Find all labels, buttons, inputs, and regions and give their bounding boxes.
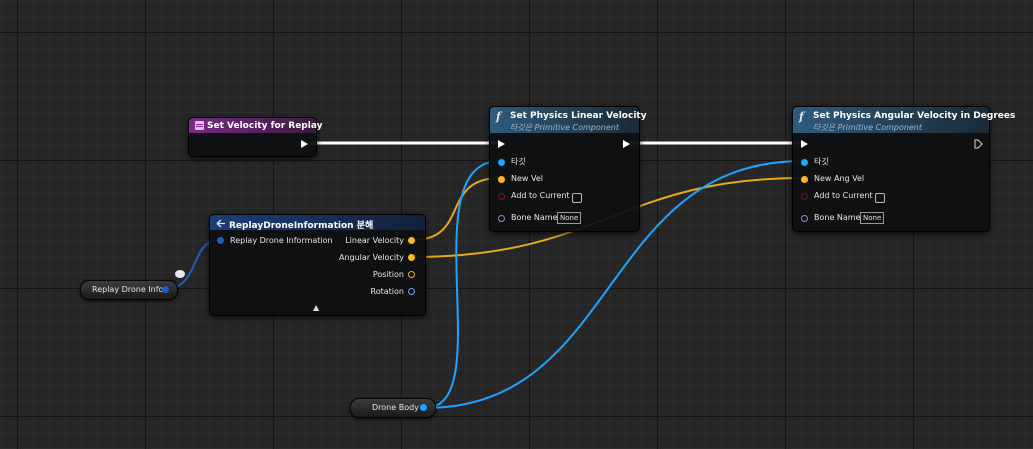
break-struct-node[interactable]: ReplayDroneInformation 분해 Replay Drone I… xyxy=(209,214,426,316)
new-vel-pin[interactable] xyxy=(498,176,505,183)
rotation-pin[interactable] xyxy=(408,288,415,295)
function-icon: f xyxy=(799,110,804,123)
bone-name-pin[interactable] xyxy=(498,215,505,222)
output-label-position: Position xyxy=(372,270,404,279)
add-to-current-pin[interactable] xyxy=(498,193,505,200)
linear-velocity-pin[interactable] xyxy=(408,237,415,244)
object-output-pin[interactable] xyxy=(420,404,427,411)
struct-output-pin[interactable] xyxy=(162,286,169,293)
output-label-rotation: Rotation xyxy=(370,287,404,296)
node-title: Set Physics Angular Velocity in Degrees xyxy=(813,111,1016,121)
bone-name-pin[interactable] xyxy=(801,215,808,222)
position-pin[interactable] xyxy=(408,271,415,278)
node-header: f Set Physics Angular Velocity in Degree… xyxy=(793,107,1015,133)
variable-label: Replay Drone Info xyxy=(92,285,164,294)
node-header: Set Velocity for Replay xyxy=(189,118,322,133)
struct-input-label: Replay Drone Information xyxy=(230,236,333,245)
event-icon xyxy=(195,120,204,133)
struct-input-pin[interactable] xyxy=(217,237,224,244)
new-vel-label: New Vel xyxy=(511,174,543,183)
variable-label: Drone Body xyxy=(372,403,419,412)
target-label: 타깃 xyxy=(814,157,829,166)
expand-arrow-icon[interactable]: ▲ xyxy=(313,303,319,313)
custom-event-node[interactable]: Set Velocity for Replay xyxy=(188,117,322,157)
target-label: 타깃 xyxy=(511,157,526,166)
node-subtitle: 타깃은 Primitive Component xyxy=(510,123,619,132)
function-icon: f xyxy=(496,110,501,123)
reroute-knot[interactable] xyxy=(175,270,185,278)
node-header: ReplayDroneInformation 분해 xyxy=(210,215,425,231)
replay-drone-info-getter[interactable]: Replay Drone Info xyxy=(80,280,178,300)
exec-out-pin[interactable] xyxy=(301,140,308,148)
bone-name-input[interactable]: None xyxy=(860,212,885,224)
output-label-angular-velocity: Angular Velocity xyxy=(338,253,404,262)
exec-in-pin[interactable] xyxy=(498,140,505,148)
drone-body-getter[interactable]: Drone Body xyxy=(350,398,436,418)
bone-name-label: Bone Name xyxy=(814,213,861,222)
struct-break-icon xyxy=(216,218,226,231)
exec-in-pin[interactable] xyxy=(801,140,808,148)
add-to-current-pin[interactable] xyxy=(801,193,808,200)
add-to-current-label: Add to Current xyxy=(511,191,570,200)
node-title: Set Velocity for Replay xyxy=(207,121,323,131)
bone-name-label: Bone Name xyxy=(511,213,558,222)
node-title: Set Physics Linear Velocity xyxy=(510,111,647,121)
target-pin[interactable] xyxy=(498,159,505,166)
bone-name-input[interactable]: None xyxy=(557,212,582,224)
set-angular-velocity-node[interactable]: f Set Physics Angular Velocity in Degree… xyxy=(792,106,1015,232)
output-label-linear-velocity: Linear Velocity xyxy=(345,236,404,245)
add-to-current-label: Add to Current xyxy=(814,191,873,200)
new-ang-vel-label: New Ang Vel xyxy=(814,174,865,183)
new-ang-vel-pin[interactable] xyxy=(801,176,808,183)
angular-velocity-pin[interactable] xyxy=(408,254,415,261)
node-header: f Set Physics Linear Velocity 타깃은 Primit… xyxy=(490,107,647,133)
node-subtitle: 타깃은 Primitive Component xyxy=(813,123,922,132)
node-title: ReplayDroneInformation 분해 xyxy=(229,221,374,231)
add-to-current-checkbox[interactable] xyxy=(875,193,885,203)
exec-out-pin[interactable] xyxy=(623,140,630,148)
add-to-current-checkbox[interactable] xyxy=(572,193,582,203)
set-linear-velocity-node[interactable]: f Set Physics Linear Velocity 타깃은 Primit… xyxy=(489,106,647,232)
target-pin[interactable] xyxy=(801,159,808,166)
